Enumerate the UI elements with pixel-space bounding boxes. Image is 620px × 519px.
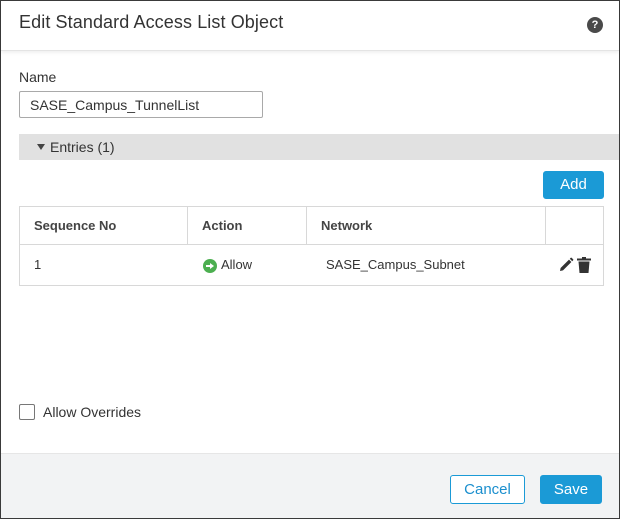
allow-overrides-checkbox[interactable] [19,404,35,420]
dialog-title: Edit Standard Access List Object [19,12,284,32]
edit-pencil-icon[interactable] [558,257,574,273]
cell-sequence: 1 [34,257,42,272]
dialog-footer: Cancel Save [1,453,619,518]
cell-network: SASE_Campus_Subnet [326,257,465,272]
allow-arrow-icon [203,259,217,273]
column-header-action[interactable]: Action [187,207,306,245]
save-button[interactable]: Save [540,475,602,504]
table-header: Sequence No Action Network [20,207,603,245]
name-input[interactable] [19,91,263,118]
column-header-actions [545,207,603,245]
dialog-header: Edit Standard Access List Object ? [1,1,619,51]
caret-down-icon [37,144,45,150]
entries-table: Sequence No Action Network 1 Allow SASE_… [19,206,604,286]
help-icon[interactable]: ? [587,17,603,33]
cancel-button[interactable]: Cancel [450,475,525,504]
column-header-sequence[interactable]: Sequence No [20,207,187,245]
column-header-network[interactable]: Network [306,207,545,245]
table-row: 1 Allow SASE_Campus_Subnet [20,245,603,285]
edit-acl-dialog: Edit Standard Access List Object ? Name … [0,0,620,519]
add-entry-button[interactable]: Add [543,171,604,199]
name-label: Name [19,69,57,85]
delete-trash-icon[interactable] [577,257,591,273]
action-label: Allow [221,257,253,272]
allow-overrides-label: Allow Overrides [43,404,142,420]
entries-section-header[interactable]: Entries (1) [19,134,619,160]
entries-label: Entries (1) [50,139,115,155]
